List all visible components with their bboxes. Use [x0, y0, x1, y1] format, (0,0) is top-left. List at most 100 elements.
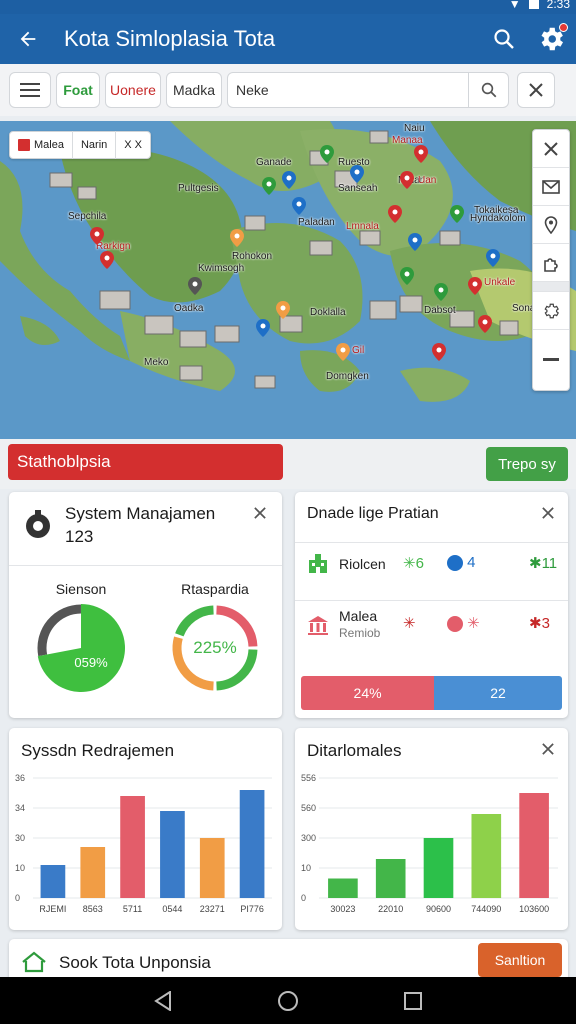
map-mail-button[interactable]: [533, 168, 569, 206]
map-pin-icon[interactable]: [292, 197, 306, 215]
filter-chip-uonere[interactable]: Uonere: [105, 72, 161, 108]
map-label: Rohokon: [232, 251, 273, 262]
sanltion-button[interactable]: Sanltion: [478, 943, 562, 977]
bar-1[interactable]: [80, 847, 106, 898]
map-pin-icon[interactable]: [408, 233, 422, 251]
bar-0[interactable]: [328, 878, 358, 899]
bar-5[interactable]: [239, 790, 265, 898]
map-pin-icon[interactable]: [468, 277, 482, 295]
map-label: Ganade: [256, 157, 292, 168]
search-field: [227, 72, 509, 108]
row-divider: [295, 600, 568, 601]
map-location-button[interactable]: [533, 206, 569, 244]
legend-item-narin[interactable]: Narin: [73, 131, 117, 159]
item-stat-2: ✳: [447, 614, 480, 633]
bar-3[interactable]: [160, 811, 185, 898]
list-item[interactable]: Riolcen ✳6 4 ✱11: [295, 544, 567, 594]
bar-3[interactable]: [471, 814, 502, 898]
bar-4[interactable]: [199, 838, 225, 898]
map-pin-icon[interactable]: [282, 171, 296, 189]
map-pin-icon[interactable]: [478, 315, 492, 333]
building-icon: [309, 554, 327, 573]
legend-item-xx[interactable]: X X: [116, 131, 150, 159]
y-tick-label: 36: [15, 773, 25, 783]
search-submit-button[interactable]: [468, 73, 508, 107]
close-filter-button[interactable]: [517, 72, 555, 108]
settings-button[interactable]: [526, 14, 576, 64]
bar-1[interactable]: [375, 859, 406, 898]
map-layers-button[interactable]: [533, 244, 569, 282]
mail-icon: [542, 179, 560, 194]
y-tick-label: 560: [301, 803, 316, 813]
map-label: Oadka: [174, 303, 204, 314]
back-button[interactable]: [0, 14, 56, 64]
map-settings-button[interactable]: [533, 292, 569, 330]
map-label: Paladan: [298, 217, 335, 228]
search-button[interactable]: [482, 14, 526, 64]
map-pin-icon[interactable]: [450, 205, 464, 223]
filter-chip-madka[interactable]: Madka: [166, 72, 222, 108]
x-tick-label: 8563: [83, 904, 103, 914]
y-tick-label: 30: [15, 833, 25, 843]
map-pin-icon[interactable]: [486, 249, 500, 267]
map-pin-icon[interactable]: [320, 145, 334, 163]
map-pin-icon[interactable]: [388, 205, 402, 223]
bar-2[interactable]: [120, 796, 145, 898]
map-label: Dabsot: [424, 305, 456, 316]
close-card-button[interactable]: [537, 738, 559, 760]
home-icon: [22, 951, 46, 973]
search-input[interactable]: [228, 73, 468, 107]
nav-recents-button[interactable]: [393, 981, 433, 1021]
notification-dot: [559, 23, 568, 32]
bar-2[interactable]: [423, 838, 454, 898]
map-pin-icon[interactable]: [230, 229, 244, 247]
report-button[interactable]: Trepo sy: [486, 447, 568, 481]
app-title: Kota Simloplasia Tota: [64, 26, 276, 51]
map-pin-icon[interactable]: [188, 277, 202, 295]
map-pin-icon[interactable]: [414, 145, 428, 163]
map-label: Gil: [352, 345, 365, 356]
map-pin-icon[interactable]: [350, 165, 364, 183]
close-icon: [542, 743, 554, 755]
y-tick-label: 34: [15, 803, 25, 813]
map-pin-icon[interactable]: [400, 171, 414, 189]
card-title: System Manajamen: [65, 504, 216, 523]
map-pin-icon[interactable]: [90, 227, 104, 245]
card-count: 123: [65, 527, 94, 546]
y-tick-label: 10: [15, 863, 25, 873]
map-label: Kwimsogh: [198, 263, 245, 274]
map-pin-icon[interactable]: [256, 319, 270, 337]
alert-bar[interactable]: Stathoblpsia: [8, 444, 283, 480]
map-pin-icon[interactable]: [434, 283, 448, 301]
nav-home-button[interactable]: [268, 981, 308, 1021]
close-card-button[interactable]: [537, 502, 559, 524]
map-pin-icon[interactable]: [262, 177, 276, 195]
map-pin-icon[interactable]: [336, 343, 350, 361]
bar-4[interactable]: [519, 793, 549, 898]
map-pin-icon[interactable]: [100, 251, 114, 269]
map-zoom-out-button[interactable]: [533, 330, 569, 390]
map-view[interactable]: Malea Narin X X Naiu Manaa Ganade Ruesto…: [0, 121, 576, 439]
donut-chart-sienson: [37, 604, 126, 692]
map-label: Sanseah: [338, 183, 378, 194]
map-label: Uan: [418, 175, 437, 186]
menu-button[interactable]: [9, 72, 51, 108]
map-label: Doklalla: [310, 307, 346, 318]
item-stat-1: ✳: [403, 615, 416, 632]
map-pin-icon[interactable]: [400, 267, 414, 285]
map-close-button[interactable]: [533, 130, 569, 168]
bar-0[interactable]: [40, 865, 66, 898]
close-card-button[interactable]: [249, 502, 271, 524]
list-item[interactable]: Malea Remiob ✳ ✳ ✱3: [295, 604, 567, 654]
item-stat-1: ✳6: [403, 555, 424, 572]
filter-chip-foat[interactable]: Foat: [56, 72, 100, 108]
map-pin-icon[interactable]: [276, 301, 290, 319]
map-pin-icon[interactable]: [432, 343, 446, 361]
map-legend: Malea Narin X X: [9, 131, 151, 159]
map-label: Pultgesis: [178, 183, 219, 194]
card-title: Ditarlomales: [307, 741, 402, 760]
y-tick-label: 0: [15, 893, 20, 903]
legend-item-malea[interactable]: Malea: [10, 131, 73, 159]
nav-back-button[interactable]: [143, 981, 183, 1021]
bar-chart: 0 10 300 560 556 30023 22010 90600 744090 103600: [301, 773, 558, 914]
